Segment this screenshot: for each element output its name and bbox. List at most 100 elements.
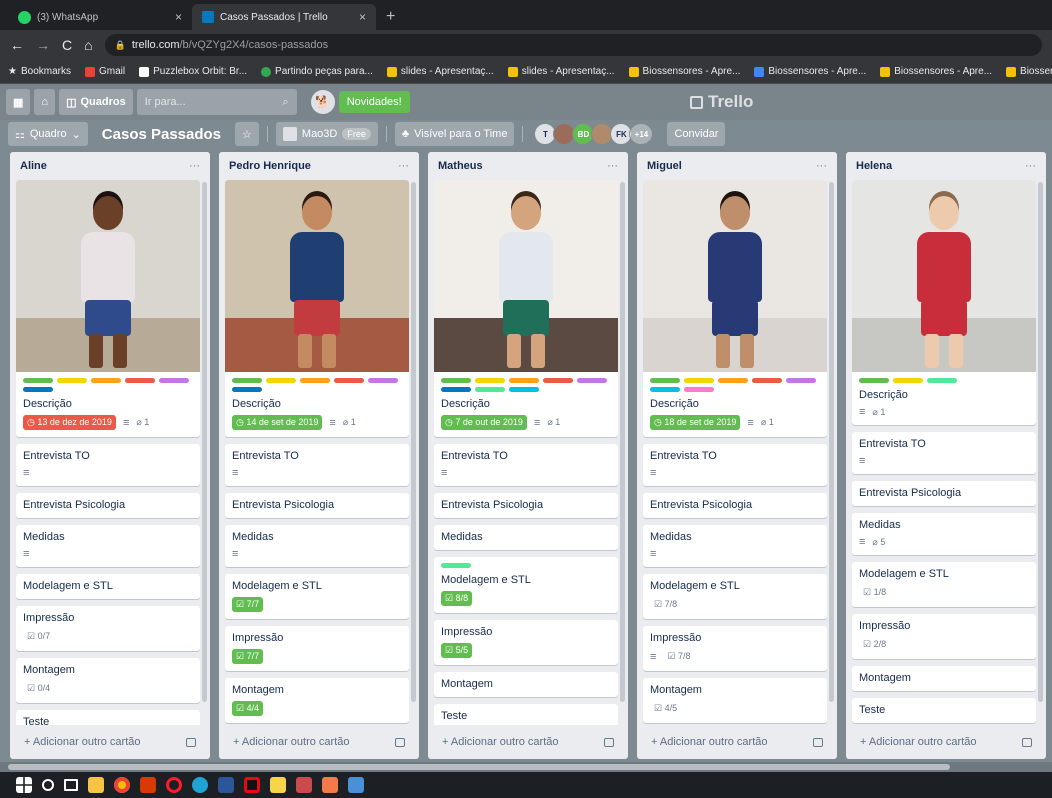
boards-button[interactable]: ◫ Quadros xyxy=(59,89,133,115)
edge-icon[interactable] xyxy=(192,777,208,793)
list-title[interactable]: Helena xyxy=(856,160,892,172)
board-type-button[interactable]: ⚏ Quadro ⌄ xyxy=(8,122,88,146)
list-scrollbar[interactable] xyxy=(829,182,834,702)
card[interactable]: Entrevista TO ≡ xyxy=(225,444,409,486)
card[interactable]: Entrevista Psicologia xyxy=(16,493,200,518)
more-members-badge[interactable]: +14 xyxy=(629,123,654,145)
list-header[interactable]: Pedro Henrique ··· xyxy=(219,152,419,180)
list-menu-icon[interactable]: ··· xyxy=(398,160,409,172)
due-date-badge[interactable]: ◷ 14 de set de 2019 xyxy=(232,415,323,430)
new-tab-button[interactable]: + xyxy=(376,8,405,30)
label-chip[interactable] xyxy=(650,378,680,383)
list-header[interactable]: Helena ··· xyxy=(846,152,1046,180)
card[interactable]: Medidas ≡ xyxy=(643,525,827,567)
list-header[interactable]: Aline ··· xyxy=(10,152,210,180)
bookmark-item[interactable]: Biossensores - Apre... xyxy=(880,66,992,77)
card[interactable]: Montagem xyxy=(852,666,1036,691)
sticky-notes-icon[interactable] xyxy=(270,777,286,793)
list-title[interactable]: Pedro Henrique xyxy=(229,160,311,172)
opera-icon[interactable] xyxy=(166,777,182,793)
card[interactable]: Impressão ≡ ☑ 7/8 xyxy=(643,626,827,671)
card-template-icon[interactable] xyxy=(186,737,196,747)
bookmark-item[interactable]: Puzzlebox Orbit: Br... xyxy=(139,66,247,77)
reload-icon[interactable]: C xyxy=(62,37,72,53)
card[interactable]: Descrição ≡ ⌀ 1 xyxy=(852,180,1036,425)
windows-start-icon[interactable] xyxy=(16,777,32,793)
chrome-icon[interactable] xyxy=(114,777,130,793)
file-explorer-icon[interactable] xyxy=(88,777,104,793)
label-chip[interactable] xyxy=(650,387,680,392)
label-chip[interactable] xyxy=(684,387,714,392)
label-chip[interactable] xyxy=(125,378,155,383)
list-scrollbar[interactable] xyxy=(411,182,416,702)
search-icon[interactable] xyxy=(42,779,54,791)
label-chip[interactable] xyxy=(509,378,539,383)
label-chip[interactable] xyxy=(684,378,714,383)
card[interactable]: Medidas ≡ xyxy=(225,525,409,567)
card[interactable]: Teste xyxy=(852,698,1036,723)
card[interactable]: Teste≡ xyxy=(16,710,200,725)
label-chip[interactable] xyxy=(23,378,53,383)
due-date-badge[interactable]: ◷ 7 de out de 2019 xyxy=(441,415,527,430)
card[interactable]: Entrevista TO ≡ xyxy=(643,444,827,486)
card[interactable]: Entrevista TO ≡ xyxy=(16,444,200,486)
label-chip[interactable] xyxy=(786,378,816,383)
trello-logo[interactable]: Trello xyxy=(690,92,753,112)
add-card-button[interactable]: + Adicionar outro cartão xyxy=(219,725,419,759)
label-chip[interactable] xyxy=(718,378,748,383)
card[interactable]: Entrevista TO ≡ xyxy=(434,444,618,486)
taco-mascot-icon[interactable]: 🐕 xyxy=(310,90,335,114)
card[interactable]: Entrevista Psicologia xyxy=(434,493,618,518)
close-tab-icon[interactable]: × xyxy=(175,10,182,24)
invite-button[interactable]: Convidar xyxy=(667,122,726,146)
star-board-button[interactable]: ☆ xyxy=(235,122,259,146)
add-card-button[interactable]: + Adicionar outro cartão xyxy=(10,725,210,759)
card[interactable]: Medidas xyxy=(434,525,618,550)
card[interactable]: Medidas ≡ xyxy=(16,525,200,567)
browser-tab-whatsapp[interactable]: (3) WhatsApp × xyxy=(8,4,192,30)
card[interactable]: Montagem ☑ 4/4 xyxy=(225,678,409,723)
card[interactable]: Montagem ☑ 4/5 xyxy=(643,678,827,723)
team-button[interactable]: Mao3D Free xyxy=(275,122,378,146)
apps-button[interactable]: ▦ xyxy=(6,89,31,115)
add-card-button[interactable]: + Adicionar outro cartão xyxy=(637,725,837,759)
list-scrollbar[interactable] xyxy=(202,182,207,702)
label-chip[interactable] xyxy=(441,378,471,383)
netflix-icon[interactable] xyxy=(244,777,260,793)
card[interactable]: Modelagem e STL ☑ 8/8 xyxy=(434,557,618,613)
label-chip[interactable] xyxy=(57,378,87,383)
photos-icon[interactable] xyxy=(296,777,312,793)
add-card-button[interactable]: + Adicionar outro cartão xyxy=(846,725,1046,759)
add-card-button[interactable]: + Adicionar outro cartão xyxy=(428,725,628,759)
label-chip[interactable] xyxy=(927,378,957,383)
list-header[interactable]: Miguel ··· xyxy=(637,152,837,180)
card[interactable]: Modelagem e STL xyxy=(16,574,200,599)
card[interactable]: Modelagem e STL ☑ 7/7 xyxy=(225,574,409,619)
label-chip[interactable] xyxy=(159,378,189,383)
card[interactable]: Medidas ≡ ⌀ 5 xyxy=(852,513,1036,555)
browser-tab-trello[interactable]: Casos Passados | Trello × xyxy=(192,4,376,30)
label-chip[interactable] xyxy=(441,387,471,392)
bookmark-item[interactable]: slides - Apresentaç... xyxy=(507,66,615,77)
bookmarks-button[interactable]: ★ Bookmarks xyxy=(8,66,71,77)
card[interactable]: Entrevista TO ≡ xyxy=(852,432,1036,474)
search-input[interactable]: Ir para... ⌕ xyxy=(136,89,297,115)
home-icon[interactable]: ⌂ xyxy=(84,37,92,53)
card[interactable]: Modelagem e STL ☑ 1/8 xyxy=(852,562,1036,607)
home-button[interactable]: ⌂ xyxy=(34,89,56,115)
list-scrollbar[interactable] xyxy=(620,182,625,702)
card[interactable]: Montagem ☑ 0/4 xyxy=(16,658,200,703)
bookmark-item[interactable]: Gmail xyxy=(84,66,125,77)
url-field[interactable]: 🔒 trello.com/b/vQZYg2X4/casos-passados xyxy=(104,34,1042,56)
bookmark-item[interactable]: Biossensores - Apre... xyxy=(754,66,866,77)
bookmark-item[interactable]: Biossensores - Apre... xyxy=(1006,66,1052,77)
close-tab-icon[interactable]: × xyxy=(359,10,366,24)
label-chip[interactable] xyxy=(232,387,262,392)
list-scrollbar[interactable] xyxy=(1038,182,1043,702)
label-chip[interactable] xyxy=(266,378,296,383)
card[interactable]: Descrição ◷ 13 de dez de 2019 ≡ ⌀ 1 xyxy=(16,180,200,437)
label-chip[interactable] xyxy=(543,378,573,383)
list-title[interactable]: Aline xyxy=(20,160,47,172)
label-chip[interactable] xyxy=(577,378,607,383)
card-template-icon[interactable] xyxy=(813,737,823,747)
